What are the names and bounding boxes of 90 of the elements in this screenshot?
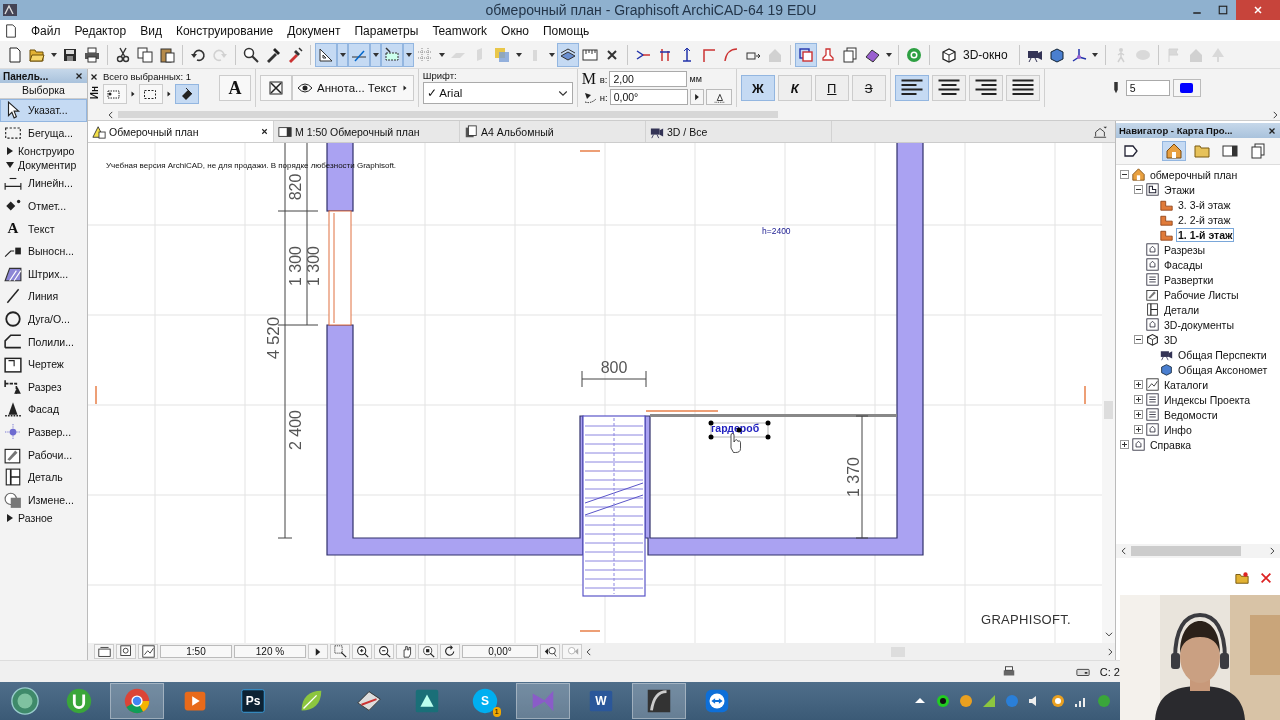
tree-item[interactable]: 3D-документы <box>1162 317 1236 332</box>
tool-button[interactable]: Линейн... <box>0 172 87 195</box>
tree-item[interactable]: обмерочный план <box>1148 167 1240 182</box>
view-tab[interactable]: Обмерочный план <box>88 121 274 142</box>
window-title: обмерочный план - Graphisoft ArchiCAD-64 19 EDU <box>484 2 818 18</box>
tree-item[interactable]: 2. 2-й этаж <box>1176 212 1233 227</box>
tree-item[interactable]: Рабочие Листы <box>1162 287 1241 302</box>
navigator-title: Навигатор - Карта Про... <box>1119 125 1233 136</box>
tool-button[interactable]: Линия <box>0 285 87 308</box>
tool-button[interactable]: Чертеж <box>0 352 87 376</box>
tree-item[interactable]: 3. 3-й этаж <box>1176 197 1233 212</box>
unit-label: мм <box>689 74 702 84</box>
tree-item[interactable]: Этажи <box>1162 182 1197 197</box>
tool-button[interactable]: Фасад <box>0 398 87 421</box>
tree-item[interactable]: Детали <box>1162 302 1202 317</box>
dimension-label: 1 370 <box>845 457 862 497</box>
dimension-label: 1 300 <box>305 246 322 286</box>
menu-item[interactable]: Окно <box>494 20 536 41</box>
font-style-button[interactable]: П <box>814 75 849 101</box>
window-3d-button[interactable]: 3D-окно <box>934 42 1015 67</box>
angle-field[interactable]: 0,00° <box>462 645 538 658</box>
pen-field[interactable]: 5 <box>1125 80 1170 96</box>
tree-item[interactable]: Общая Аксономет <box>1176 362 1270 377</box>
logo-text: GRAPHISOFT. <box>981 612 1071 627</box>
tool-button[interactable]: A Текст <box>0 217 87 240</box>
dimension-label: 2 400 <box>287 410 304 450</box>
tool-button[interactable]: Полили... <box>0 330 87 353</box>
text-style-button[interactable]: A <box>219 75 251 101</box>
font-style-button[interactable]: З <box>851 75 886 101</box>
menu-item[interactable]: Файл <box>24 20 68 41</box>
field-label: н: <box>599 91 608 103</box>
scale-field[interactable]: 1:50 <box>160 645 232 658</box>
tree-item[interactable]: Инфо <box>1162 422 1194 437</box>
view-tab[interactable]: 3D / Все <box>646 121 832 142</box>
tree-item[interactable]: Каталоги <box>1162 377 1211 392</box>
tree-item[interactable]: Фасады <box>1162 257 1205 272</box>
menu-item[interactable]: Параметры <box>347 20 426 41</box>
dimension-label: 1 300 <box>287 246 304 286</box>
tool-group[interactable]: Конструиро <box>0 144 87 159</box>
selection-count: Всего выбранных: 1 <box>103 71 193 82</box>
tree-item[interactable]: Развертки <box>1162 272 1216 287</box>
tool-button[interactable]: Измене... <box>0 488 87 512</box>
tool-button[interactable]: Рабочи... <box>0 443 87 466</box>
menu-item[interactable]: Документ <box>280 20 348 41</box>
view-tab[interactable]: А4 Альбомный <box>460 121 646 142</box>
size-field[interactable]: 2,00 <box>609 71 688 87</box>
drive-label: С: 2 <box>1099 665 1120 678</box>
tree-item[interactable]: Справка <box>1148 437 1194 452</box>
tool-button[interactable]: Бегуща... <box>0 121 87 145</box>
tool-button[interactable]: Указат... <box>0 99 87 122</box>
tree-item[interactable]: 3D <box>1162 332 1180 347</box>
menu-item[interactable]: Конструирование <box>168 20 281 41</box>
notice-text: Учебная версия ArchiCAD, не для продажи. В порядке любезности Graphisoft. <box>106 161 397 170</box>
font-style-button[interactable]: К <box>777 75 812 101</box>
tree-item[interactable]: Индексы Проекта <box>1162 392 1253 407</box>
info-box-label: Ин <box>88 86 100 100</box>
tool-button[interactable]: Выносн... <box>0 239 87 263</box>
height-label: h=2400 <box>762 226 791 236</box>
field-label: в: <box>599 73 608 85</box>
tool-button[interactable]: Дуга/О... <box>0 307 87 331</box>
angle-field[interactable]: 0,00° <box>609 89 688 105</box>
notification-badge: 1 <box>492 707 501 717</box>
dimension-label: 800 <box>600 359 628 376</box>
dimension-label: 820 <box>287 173 304 201</box>
tool-button[interactable]: Отмет... <box>0 194 87 218</box>
menu-item[interactable]: Вид <box>133 20 169 41</box>
text-size-icon: M <box>581 71 598 87</box>
view-tab[interactable]: М 1:50 Обмерочный план <box>274 121 460 142</box>
font-style-button[interactable]: Ж <box>740 75 775 101</box>
annotation-button[interactable]: Аннота... Текст <box>292 75 414 101</box>
dimension-label: 4 520 <box>264 316 283 360</box>
font-dropdown[interactable]: ✓ Arial <box>422 82 573 104</box>
room-label: гардероб <box>711 422 760 434</box>
field-label: Шрифт: <box>422 70 458 81</box>
zoom-field[interactable]: 120 % <box>234 645 306 658</box>
tool-button[interactable]: Деталь <box>0 465 87 489</box>
panel-title: Панель... <box>3 70 49 82</box>
tree-item[interactable]: Ведомости <box>1162 407 1220 422</box>
tool-button[interactable]: Штрих... <box>0 262 87 286</box>
tool-group[interactable]: Документир <box>0 158 87 173</box>
menu-item[interactable]: Помощь <box>535 20 597 41</box>
tool-button[interactable]: Развер... <box>0 420 87 444</box>
taskbar-button[interactable]: S 1 <box>458 683 512 719</box>
tool-group[interactable]: Разное <box>0 511 87 526</box>
tree-item[interactable]: 1. 1-й этаж <box>1176 227 1235 242</box>
menu-item[interactable]: Редактор <box>67 20 134 41</box>
tree-item[interactable]: Разрезы <box>1162 242 1207 257</box>
tree-item[interactable]: Общая Перспекти <box>1176 347 1269 362</box>
menu-item[interactable]: Teamwork <box>425 20 495 41</box>
tool-button[interactable]: Разрез <box>0 375 87 399</box>
